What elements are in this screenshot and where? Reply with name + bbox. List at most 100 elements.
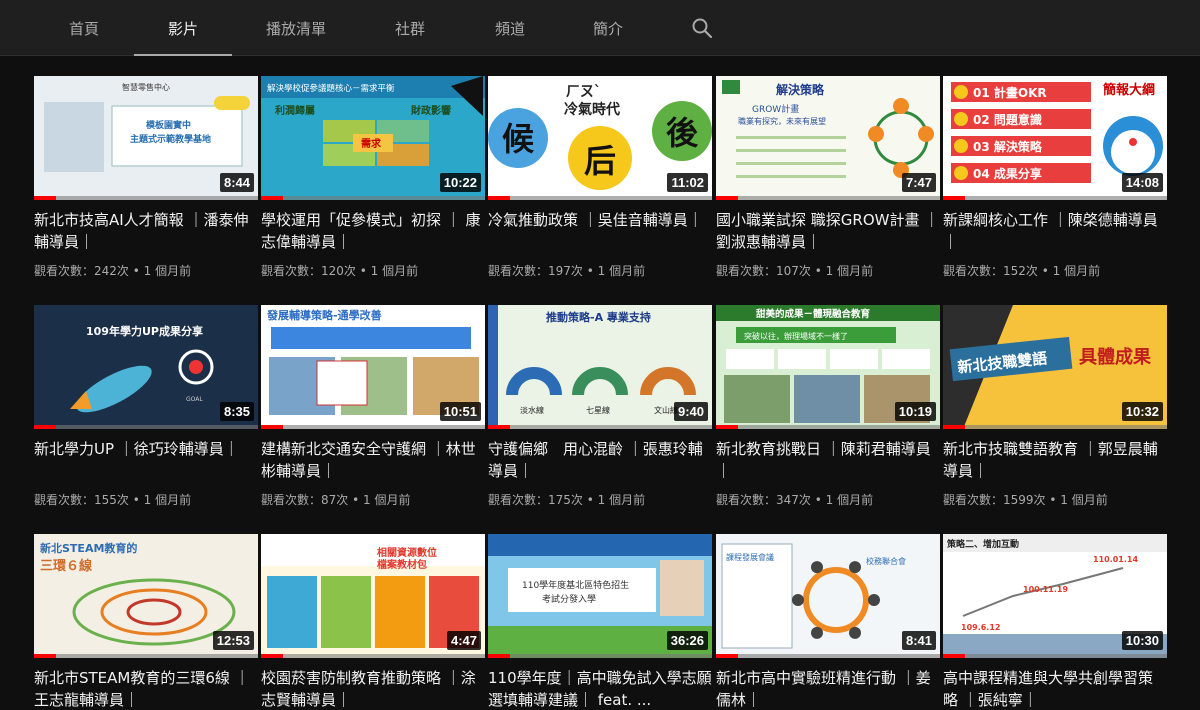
video-thumbnail[interactable]: 發展輔導策略-通學改善 10:51 [261, 305, 485, 429]
tab-videos[interactable]: 影片 [134, 0, 232, 56]
video-title[interactable]: 110學年度｜高中職免試入學志願選填輔導建議｜ feat. ... [488, 667, 712, 710]
svg-text:考試分發入學: 考試分發入學 [542, 593, 596, 605]
video-card[interactable]: 解決策略 GROW計畫 職業有探究，未來有展望 7:47 國小職業試探 職探GROW計畫… [716, 76, 940, 279]
video-title[interactable]: 守護偏鄉 用心混齡 ｜張惠玲輔導員｜ [488, 438, 712, 482]
watch-progress-bar [716, 425, 940, 429]
svg-text:淡水線: 淡水線 [520, 405, 544, 415]
svg-text:110學年度基北區特色招生: 110學年度基北區特色招生 [522, 579, 629, 591]
video-card[interactable]: 策略二、增加互動 109.6.12 100.11.19 110.01.14 10:30 高… [943, 534, 1167, 710]
video-card[interactable]: 智慧零售中心 模板園實中 主題式示範教學基地 8:44 新北市技高AI人才簡報 ｜潘泰伸… [34, 76, 258, 279]
video-metadata: 觀看次數：155次 • 1 個月前 [34, 491, 258, 508]
watch-progress-fill [488, 425, 511, 429]
video-thumbnail[interactable]: 甜美的成果－體現融合教育 突破以往，辦理場域不一樣了 10:19 [716, 305, 940, 429]
tab-community[interactable]: 社群 [382, 0, 438, 56]
tab-home[interactable]: 首頁 [56, 0, 112, 56]
video-thumbnail[interactable]: 新北STEAM教育的 三環６線 12:53 [34, 534, 258, 658]
view-count: 觀看次數：175次 [488, 493, 583, 507]
svg-text:主題式示範教學基地: 主題式示範教學基地 [130, 133, 211, 145]
watch-progress-fill [34, 654, 57, 658]
video-card[interactable]: 課程發展會議 校務聯合會 8:41 新北市高中實驗班精進行動 ｜姜儒林｜ [716, 534, 940, 710]
watch-progress-bar [716, 196, 940, 200]
tab-playlists[interactable]: 播放清單 [258, 0, 334, 56]
video-thumbnail[interactable]: 課程發展會議 校務聯合會 8:41 [716, 534, 940, 658]
video-duration: 8:44 [219, 173, 254, 192]
watch-progress-bar [943, 654, 1167, 658]
svg-text:110.01.14: 110.01.14 [1093, 555, 1138, 564]
video-thumbnail[interactable]: ㄏㄡˋ 冷氣時代候后 後 11:02 [488, 76, 712, 200]
video-card[interactable]: 相關資源數位 檔案教材包 4:47 校園菸害防制教育推動策略 ｜涂志賢輔導員｜ [261, 534, 485, 710]
video-thumbnail[interactable]: 解決策略 GROW計畫 職業有探究，未來有展望 7:47 [716, 76, 940, 200]
video-card[interactable]: 01 計畫OKR 02 問題意識 03 解決策略 04 成果分享 簡報大綱 14:08 新課… [943, 76, 1167, 279]
upload-age: 1 個月前 [143, 264, 192, 278]
upload-age: 1 個月前 [143, 493, 192, 507]
video-thumbnail[interactable]: 109年學力UP成果分享 GOAL 8:35 [34, 305, 258, 429]
meta-separator: • [348, 493, 363, 507]
video-card[interactable]: 推動策略-A 專業支持 淡水線 七星線 文山線 9:40 守護偏鄉 用心混齡 ｜張惠玲輔導… [488, 305, 712, 508]
watch-progress-bar [261, 425, 485, 429]
video-card[interactable]: 新北STEAM教育的 三環６線 12:53 新北市STEAM教育的三環6線 ｜王志龍輔… [34, 534, 258, 710]
svg-text:財政影響: 財政影響 [410, 104, 451, 117]
video-title[interactable]: 高中課程精進與大學共創學習策略 ｜張純寧｜ [943, 667, 1167, 710]
upload-age: 1 個月前 [370, 264, 419, 278]
svg-text:職業有探究，未來有展望: 職業有探究，未來有展望 [738, 116, 826, 126]
svg-text:發展輔導策略-通學改善: 發展輔導策略-通學改善 [266, 308, 382, 322]
video-thumbnail[interactable]: 解決學校促參議題核心－需求平衡 利潤歸屬 財政影響 需求 10:22 [261, 76, 485, 200]
tab-about[interactable]: 簡介 [580, 0, 636, 56]
tab-channels[interactable]: 頻道 [482, 0, 538, 56]
video-metadata: 觀看次數：347次 • 1 個月前 [716, 491, 940, 508]
video-thumbnail[interactable]: 01 計畫OKR 02 問題意識 03 解決策略 04 成果分享 簡報大綱 14:08 [943, 76, 1167, 200]
video-duration: 10:19 [894, 402, 936, 421]
watch-progress-bar [943, 196, 1167, 200]
video-thumbnail[interactable]: 110學年度基北區特色招生 考試分發入學 36:26 [488, 534, 712, 658]
meta-separator: • [810, 264, 826, 278]
video-card[interactable]: 109年學力UP成果分享 GOAL 8:35 新北學力UP ｜徐巧玲輔導員｜ 觀看次數：… [34, 305, 258, 508]
video-card[interactable]: 甜美的成果－體現融合教育 突破以往，辦理場域不一樣了 10:19 新北教育挑戰日 ｜陳… [716, 305, 940, 508]
video-card[interactable]: 解決學校促參議題核心－需求平衡 利潤歸屬 財政影響 需求 10:22 學校運用「促參模式」… [261, 76, 485, 279]
video-title[interactable]: 新課綱核心工作 ｜陳棨德輔導員｜ [943, 209, 1167, 253]
video-metadata: 觀看次數：87次 • 1 個月前 [261, 491, 485, 508]
svg-text:解決學校促參議題核心－需求平衡: 解決學校促參議題核心－需求平衡 [267, 83, 395, 94]
watch-progress-bar [34, 654, 258, 658]
svg-text:新北STEAM教育的: 新北STEAM教育的 [40, 541, 137, 555]
svg-text:利潤歸屬: 利潤歸屬 [275, 104, 315, 117]
video-title[interactable]: 新北市技職雙語教育 ｜郭昱晨輔導員｜ [943, 438, 1167, 482]
video-title[interactable]: 冷氣推動政策 ｜吳佳音輔導員｜ [488, 209, 712, 253]
svg-text:109年學力UP成果分享: 109年學力UP成果分享 [86, 324, 203, 338]
video-thumbnail[interactable]: 推動策略-A 專業支持 淡水線 七星線 文山線 9:40 [488, 305, 712, 429]
svg-text:冷氣時代: 冷氣時代 [564, 101, 620, 118]
svg-text:推動策略-A 專業支持: 推動策略-A 專業支持 [546, 310, 651, 324]
video-thumbnail[interactable]: 智慧零售中心 模板園實中 主題式示範教學基地 8:44 [34, 76, 258, 200]
video-thumbnail[interactable]: 新北技職雙語 具體成果 10:32 [943, 305, 1167, 429]
video-title[interactable]: 國小職業試探 職探GROW計畫 ｜劉淑惠輔導員｜ [716, 209, 940, 253]
video-title[interactable]: 新北市STEAM教育的三環6線 ｜王志龍輔導員｜ [34, 667, 258, 710]
svg-text:相關資源數位: 相關資源數位 [377, 546, 437, 559]
svg-text:智慧零售中心: 智慧零售中心 [122, 82, 170, 92]
video-card[interactable]: 110學年度基北區特色招生 考試分發入學 36:26 110學年度｜高中職免試入學志願… [488, 534, 712, 710]
video-card[interactable]: 發展輔導策略-通學改善 10:51 建構新北交通安全守護網 ｜林世彬輔導員｜ 觀看次數… [261, 305, 485, 508]
video-title[interactable]: 新北市高中實驗班精進行動 ｜姜儒林｜ [716, 667, 940, 710]
video-card[interactable]: ㄏㄡˋ 冷氣時代候后 後 11:02 冷氣推動政策 ｜吳佳音輔導員｜ 觀看次數：197次 … [488, 76, 712, 279]
video-card[interactable]: 新北技職雙語 具體成果 10:32 新北市技職雙語教育 ｜郭昱晨輔導員｜ 觀看次數：15… [943, 305, 1167, 508]
watch-progress-bar [261, 196, 485, 200]
video-title[interactable]: 新北教育挑戰日 ｜陳莉君輔導員｜ [716, 438, 940, 482]
svg-text:解決策略: 解決策略 [776, 82, 825, 97]
video-title[interactable]: 新北學力UP ｜徐巧玲輔導員｜ [34, 438, 258, 482]
svg-text:02 問題意識: 02 問題意識 [973, 112, 1042, 127]
video-thumbnail[interactable]: 策略二、增加互動 109.6.12 100.11.19 110.01.14 10:30 [943, 534, 1167, 658]
search-icon[interactable] [690, 16, 714, 40]
video-duration: 10:51 [439, 402, 481, 421]
watch-progress-fill [261, 196, 284, 200]
svg-text:ㄏㄡˋ: ㄏㄡˋ [566, 84, 601, 100]
video-title[interactable]: 校園菸害防制教育推動策略 ｜涂志賢輔導員｜ [261, 667, 485, 710]
svg-text:突破以往，辦理場域不一樣了: 突破以往，辦理場域不一樣了 [744, 331, 848, 341]
upload-age: 1 個月前 [825, 264, 874, 278]
svg-text:候: 候 [502, 120, 535, 158]
video-title[interactable]: 建構新北交通安全守護網 ｜林世彬輔導員｜ [261, 438, 485, 482]
video-thumbnail[interactable]: 相關資源數位 檔案教材包 4:47 [261, 534, 485, 658]
video-duration: 14:08 [1121, 173, 1163, 192]
video-duration: 8:35 [219, 402, 254, 421]
video-title[interactable]: 學校運用「促參模式」初探 ｜ 康志偉輔導員｜ [261, 209, 485, 253]
video-duration: 8:41 [901, 631, 936, 650]
video-title[interactable]: 新北市技高AI人才簡報 ｜潘泰伸輔導員｜ [34, 209, 258, 253]
view-count: 觀看次數：155次 [34, 493, 129, 507]
